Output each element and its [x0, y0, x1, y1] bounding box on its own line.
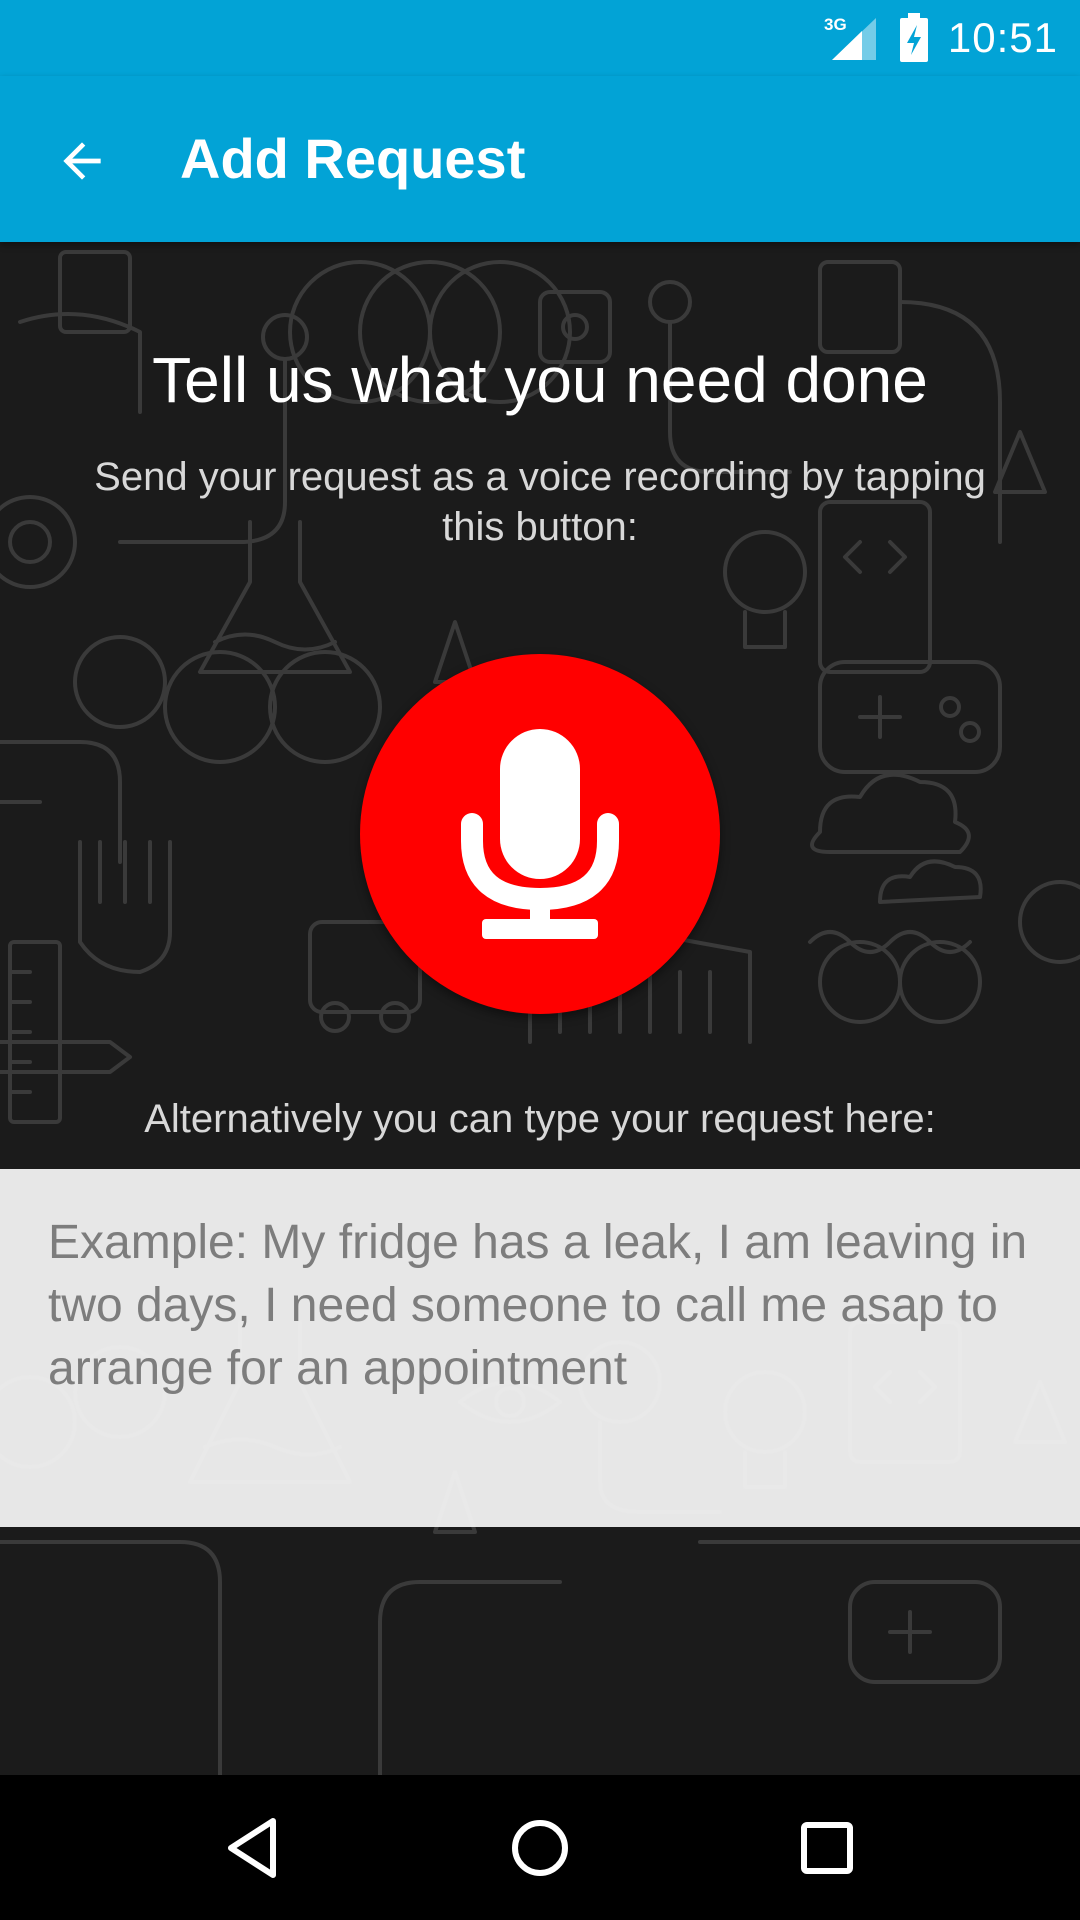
voice-instructions: Send your request as a voice recording b…	[94, 455, 986, 549]
signal-3g-icon: 3G	[824, 15, 876, 60]
nav-home-button[interactable]	[480, 1788, 600, 1908]
network-type-label: 3G	[824, 15, 847, 34]
status-icons: 3G 10:51	[824, 10, 1058, 66]
record-voice-button[interactable]	[360, 654, 720, 1014]
nav-home-icon	[511, 1819, 568, 1876]
status-time: 10:51	[947, 14, 1058, 61]
back-button[interactable]	[40, 119, 124, 203]
system-nav-bar	[0, 1775, 1080, 1920]
nav-back-icon	[228, 1817, 277, 1878]
microphone-icon	[461, 729, 619, 939]
nav-recents-icon	[800, 1821, 853, 1874]
app-bar: Add Request	[0, 76, 1080, 242]
nav-back-button[interactable]	[193, 1788, 313, 1908]
nav-recents-button[interactable]	[767, 1788, 887, 1908]
headline: Tell us what you need done	[152, 344, 928, 416]
type-request-hint: Alternatively you can type your request …	[144, 1097, 936, 1141]
page-title: Add Request	[180, 127, 526, 190]
request-content: Tell us what you need done Send your req…	[0, 242, 1080, 1775]
request-text-input[interactable]	[0, 1169, 1080, 1527]
status-bar: 3G 10:51	[0, 0, 1080, 76]
battery-charging-icon	[899, 13, 928, 62]
arrow-back-icon	[63, 142, 101, 180]
add-request-screen: 3G 10:51 Add Request Tell us what you ne…	[0, 0, 1080, 1920]
